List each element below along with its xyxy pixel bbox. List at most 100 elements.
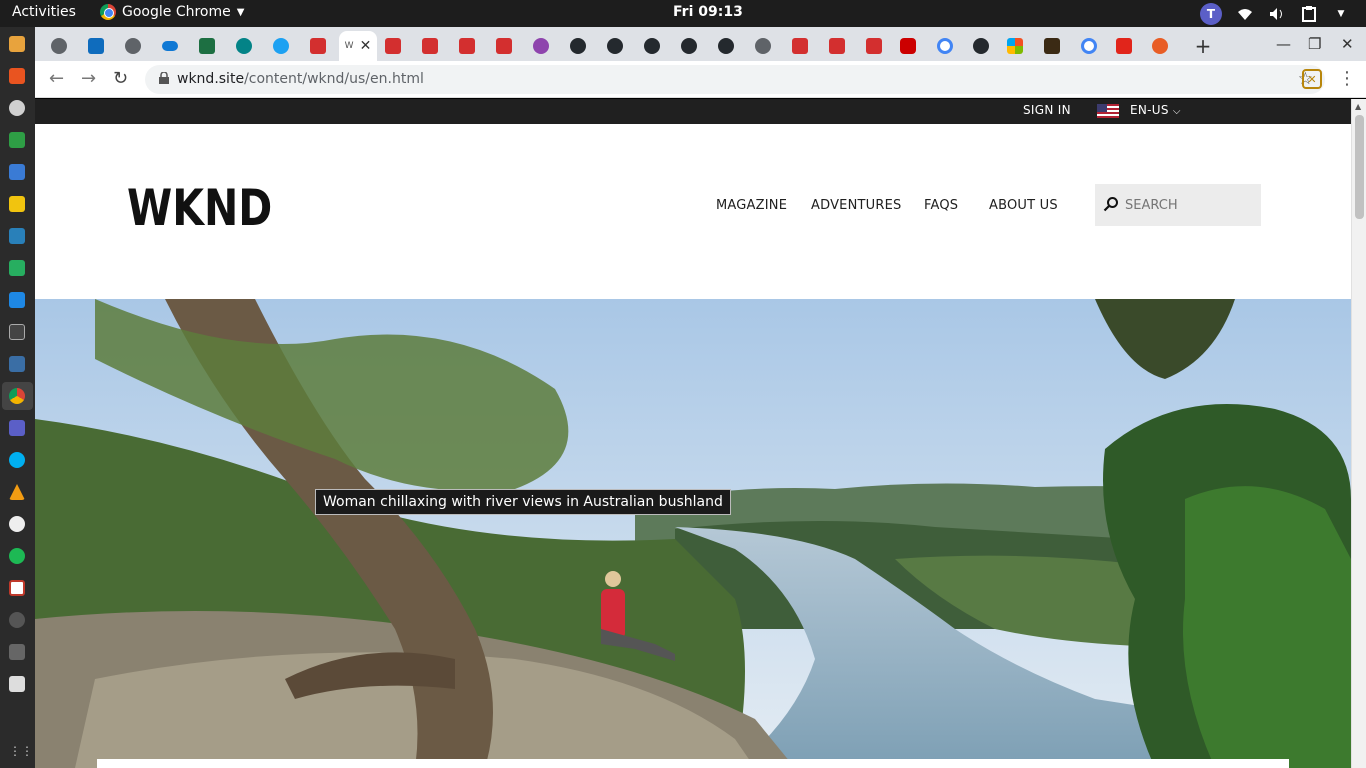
web-page: SIGN IN EN-US ⌵ WKND MAGAZINE ADVENTURES… (35, 99, 1351, 768)
restore-button[interactable]: ❐ (1308, 35, 1321, 53)
back-button[interactable]: ← (49, 68, 64, 89)
files-icon[interactable] (9, 36, 25, 52)
clock[interactable]: Fri 09:13 (673, 4, 743, 20)
site-header: WKND MAGAZINE ADVENTURES FAQS ABOUT US (35, 124, 1351, 299)
adobe-aem-icon (385, 38, 401, 54)
scrollbar-thumb[interactable] (1355, 115, 1364, 219)
reload-button[interactable]: ↻ (113, 68, 128, 89)
teams-icon[interactable]: T (1200, 3, 1222, 25)
vlc-icon[interactable] (9, 484, 25, 500)
tab[interactable] (597, 31, 633, 61)
wifi-icon (1236, 5, 1254, 23)
minimize-button[interactable]: — (1276, 35, 1291, 53)
site-search[interactable] (1095, 184, 1261, 226)
github-icon (718, 38, 734, 54)
sign-in-link[interactable]: SIGN IN (1023, 103, 1071, 117)
language-selector[interactable]: EN-US ⌵ (1130, 103, 1181, 117)
url-text: wknd.site/content/wknd/us/en.html (177, 71, 424, 87)
tab[interactable] (708, 31, 744, 61)
network-icon[interactable] (9, 356, 25, 372)
tab[interactable] (449, 31, 485, 61)
address-bar[interactable]: wknd.site/content/wknd/us/en.html ☆ (145, 65, 1325, 94)
x-app-icon[interactable] (9, 676, 25, 692)
tab[interactable] (782, 31, 818, 61)
tab[interactable] (963, 31, 999, 61)
tab[interactable] (927, 31, 963, 61)
tab[interactable] (41, 31, 77, 61)
chrome-dock-icon[interactable] (9, 388, 25, 404)
close-window-button[interactable]: ✕ (1341, 35, 1354, 53)
activities-button[interactable]: Activities (12, 4, 76, 20)
tab[interactable] (634, 31, 670, 61)
search-input[interactable] (1125, 192, 1255, 218)
page-scrollbar[interactable]: ▲ (1351, 99, 1366, 768)
tab[interactable] (1034, 31, 1070, 61)
forward-button[interactable]: → (81, 68, 96, 89)
tab[interactable] (1106, 31, 1142, 61)
tab[interactable] (560, 31, 596, 61)
tab[interactable] (671, 31, 707, 61)
terminal-icon[interactable] (9, 324, 25, 340)
show-apps-icon[interactable]: ⋮⋮ (9, 744, 33, 760)
calculator-icon[interactable] (9, 260, 25, 276)
nav-item-about-us[interactable]: ABOUT US (989, 198, 1058, 213)
ask-icon (1152, 38, 1168, 54)
tab[interactable] (226, 31, 262, 61)
new-tab-button[interactable]: + (1185, 31, 1221, 61)
skype-icon[interactable] (9, 452, 25, 468)
close-icon[interactable]: ✕ (360, 38, 372, 54)
tab[interactable] (523, 31, 559, 61)
tab[interactable] (890, 31, 926, 61)
tab[interactable] (78, 31, 114, 61)
tab[interactable] (375, 31, 411, 61)
adobe-aem-icon (792, 38, 808, 54)
tasks-icon[interactable] (9, 228, 25, 244)
text-editor-icon[interactable] (9, 196, 25, 212)
tab[interactable] (300, 31, 336, 61)
tab[interactable] (745, 31, 781, 61)
tab[interactable] (412, 31, 448, 61)
chrome-menu-button[interactable]: ⋮ (1338, 68, 1356, 89)
scroll-up-arrow-icon[interactable]: ▲ (1355, 102, 1361, 111)
tab[interactable] (263, 31, 299, 61)
document-icon[interactable] (9, 164, 25, 180)
spreadsheet-icon[interactable] (9, 132, 25, 148)
tab-active[interactable]: W ✕ (339, 31, 377, 61)
vscode-icon[interactable] (9, 292, 25, 308)
software-center-icon[interactable] (9, 68, 25, 84)
excel-icon (199, 38, 215, 54)
app-menu[interactable]: Google Chrome ▼ (100, 4, 244, 20)
tab[interactable] (486, 31, 522, 61)
nav-item-faqs[interactable]: FAQS (924, 198, 958, 213)
outlook-icon (88, 38, 104, 54)
adobe-aem-icon (422, 38, 438, 54)
tab[interactable] (152, 31, 188, 61)
webcam-icon[interactable] (9, 516, 25, 532)
pdf-icon[interactable] (9, 580, 25, 596)
adobe-aem-icon (829, 38, 845, 54)
dock: ⋮⋮ (0, 27, 35, 768)
globe-icon (51, 38, 67, 54)
tab[interactable] (1071, 31, 1107, 61)
system-top-bar: Activities Google Chrome ▼ Fri 09:13 T ▼ (0, 0, 1366, 27)
tab[interactable] (997, 31, 1033, 61)
spotify-icon[interactable] (9, 548, 25, 564)
tab[interactable] (1142, 31, 1178, 61)
nav-item-adventures[interactable]: ADVENTURES (811, 198, 901, 213)
dark-app-icon (1044, 38, 1060, 54)
oracle-icon (900, 38, 916, 54)
github-icon (607, 38, 623, 54)
system-tray[interactable]: T ▼ (1200, 3, 1350, 25)
adobe-aem-icon (866, 38, 882, 54)
extension-icon[interactable]: ✕ (1302, 69, 1322, 89)
settings-icon[interactable] (9, 100, 25, 116)
site-logo[interactable]: WKND (127, 179, 272, 237)
tab[interactable] (819, 31, 855, 61)
tab[interactable] (856, 31, 892, 61)
gear-icon[interactable] (9, 612, 25, 628)
tab[interactable] (115, 31, 151, 61)
game-icon[interactable] (9, 644, 25, 660)
teams-dock-icon[interactable] (9, 420, 25, 436)
tab[interactable] (189, 31, 225, 61)
nav-item-magazine[interactable]: MAGAZINE (716, 198, 787, 213)
